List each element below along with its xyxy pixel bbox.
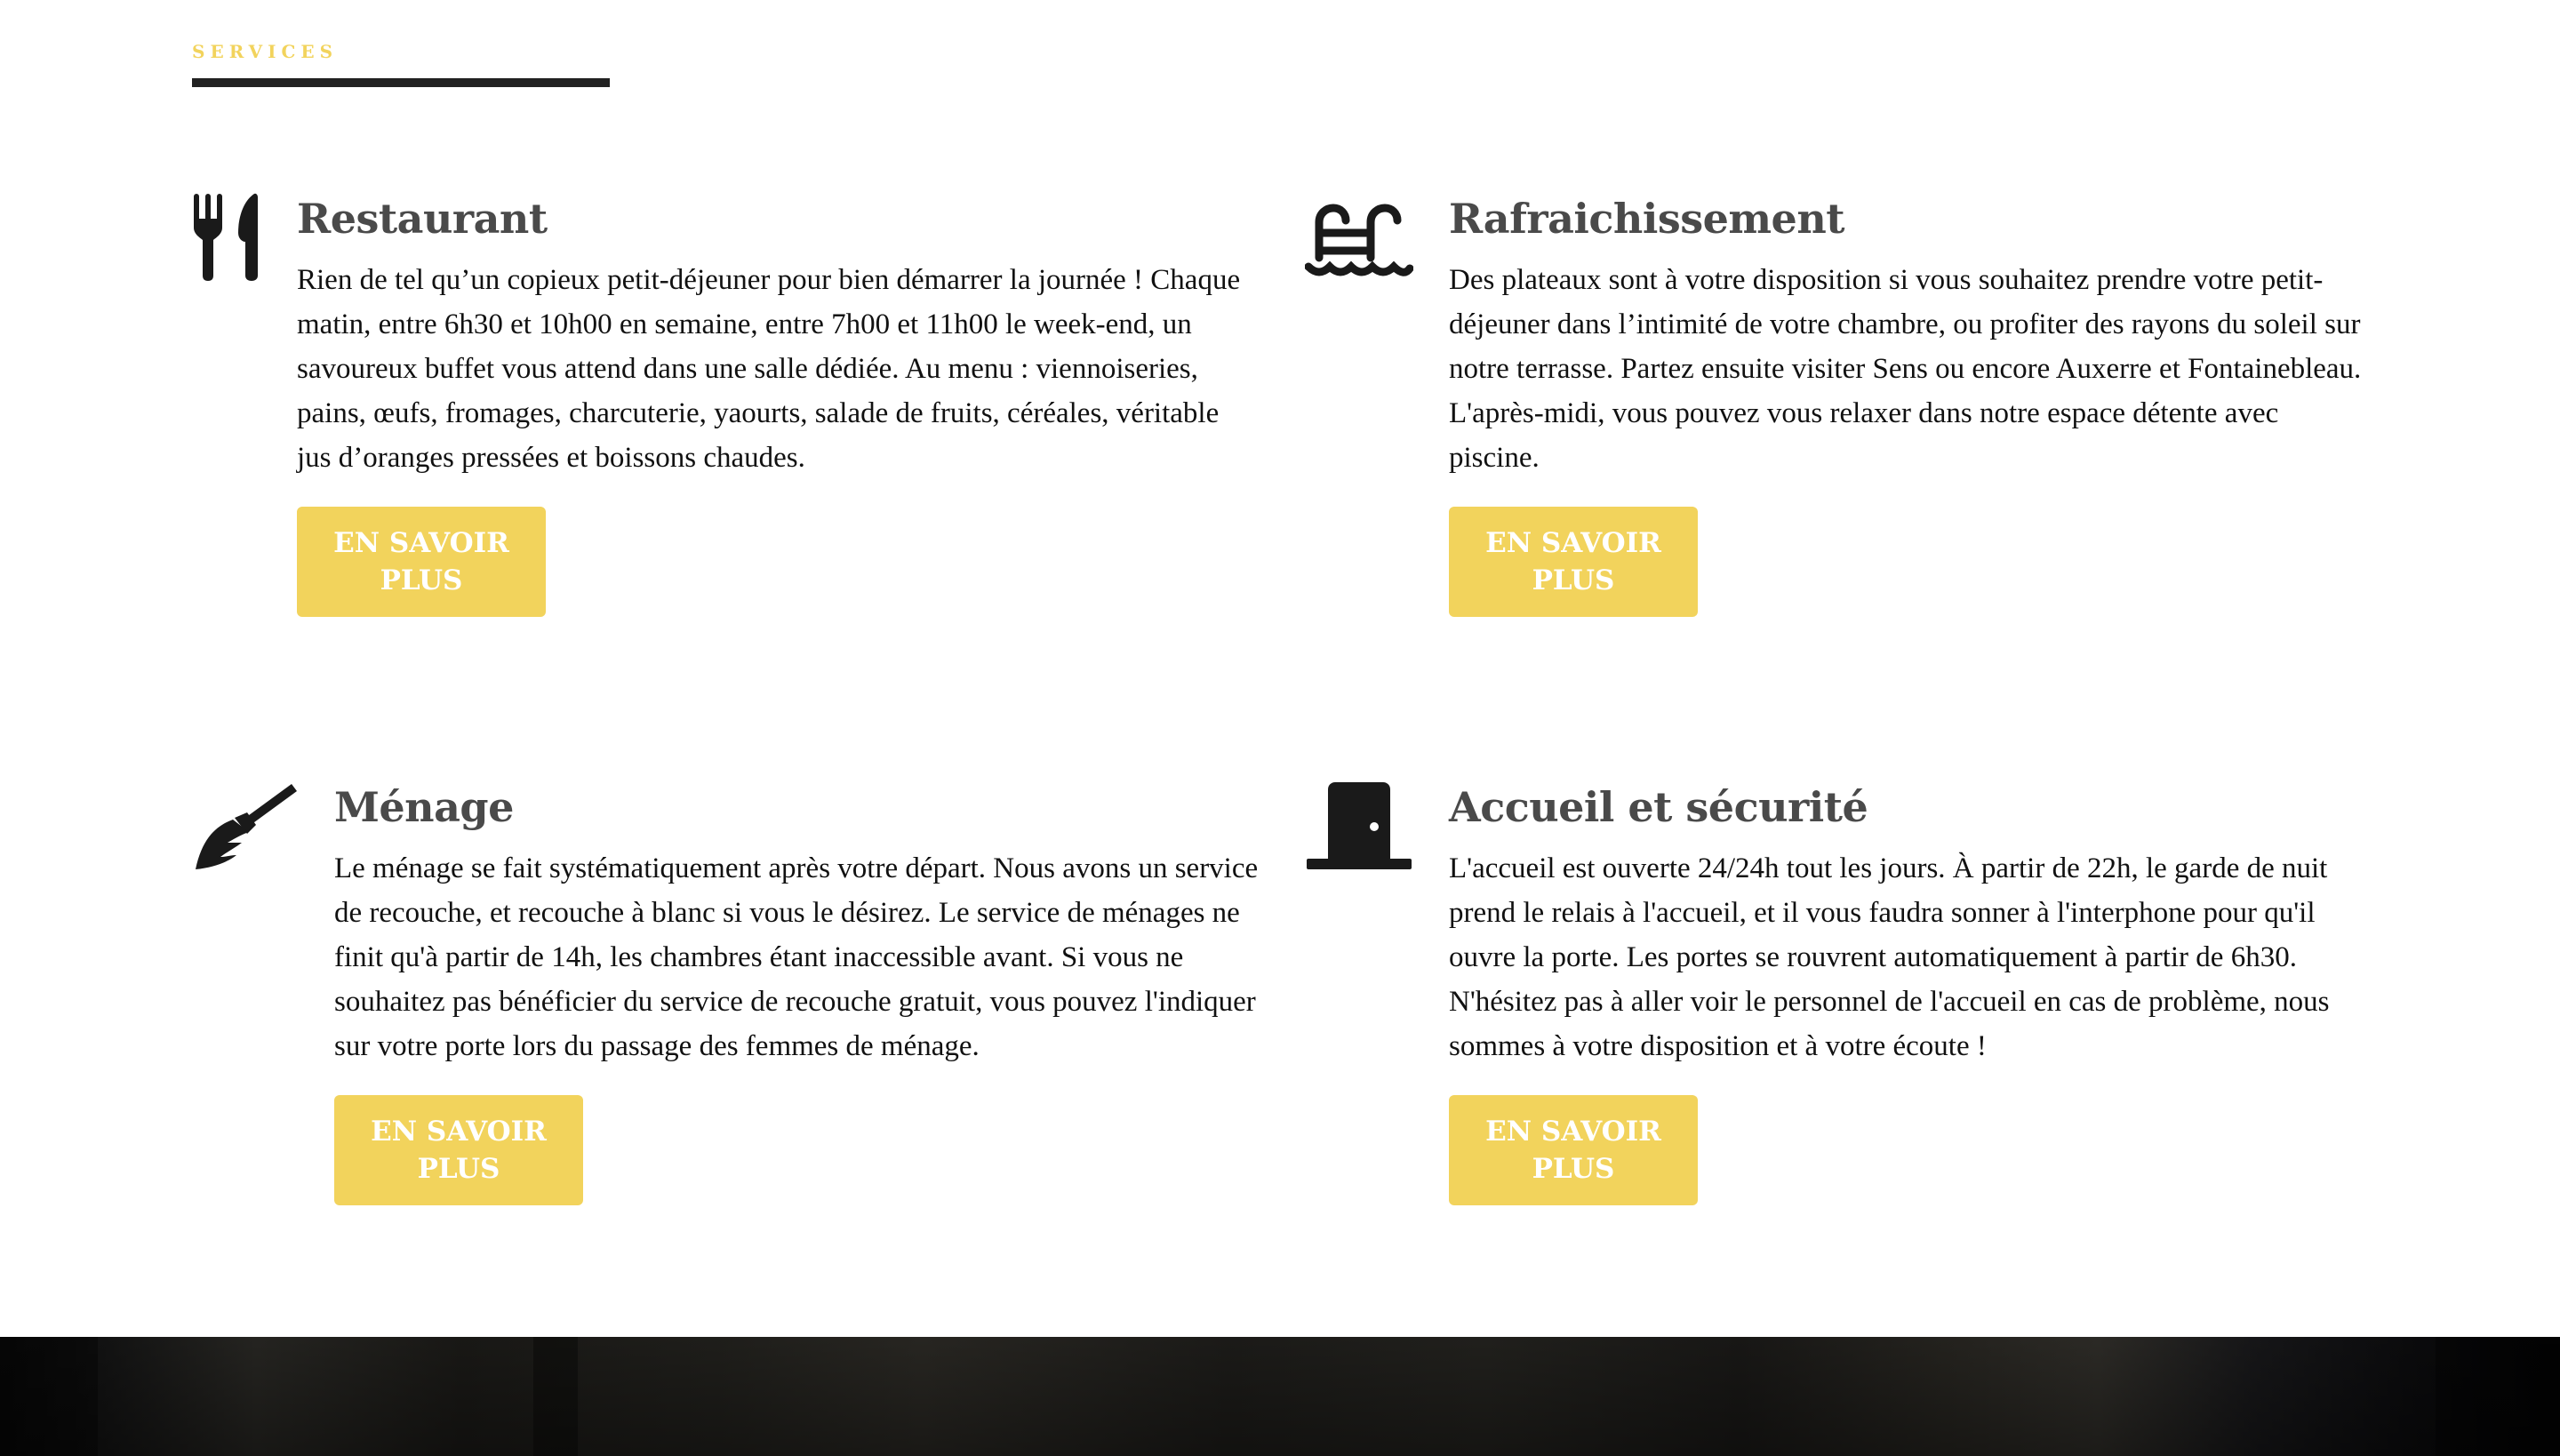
photo-overlay: [0, 1337, 2560, 1456]
section-underline: [192, 78, 610, 87]
utensils-icon: [192, 192, 263, 281]
door-icon: [1305, 780, 1413, 873]
service-title: Ménage: [334, 783, 514, 831]
en-savoir-plus-button[interactable]: EN SAVOIR PLUS: [334, 1095, 583, 1205]
en-savoir-plus-button[interactable]: EN SAVOIR PLUS: [297, 507, 546, 617]
service-title: Accueil et sécurité: [1449, 783, 1868, 831]
service-description: L'accueil est ouverte 24/24h tout les jo…: [1449, 852, 2330, 1062]
service-description: Le ménage se fait systématiquement après…: [334, 852, 1259, 1062]
service-title: Restaurant: [297, 195, 548, 243]
service-body: Rafraichissement Des plateaux sont à vot…: [1449, 192, 2364, 617]
service-title: Rafraichissement: [1449, 195, 1845, 243]
service-body: Accueil et sécurité L'accueil est ouvert…: [1449, 780, 2364, 1205]
en-savoir-plus-button[interactable]: EN SAVOIR PLUS: [1449, 1095, 1698, 1205]
service-body: Ménage Le ménage se fait systématiquemen…: [334, 780, 1268, 1205]
service-description: Rien de tel qu’un copieux petit-déjeuner…: [297, 264, 1241, 474]
background-photo-band: [0, 1337, 2560, 1456]
service-description: Des plateaux sont à votre disposition si…: [1449, 264, 2362, 474]
section-label: SERVICES: [192, 41, 339, 62]
en-savoir-plus-button[interactable]: EN SAVOIR PLUS: [1449, 507, 1698, 617]
swimming-pool-icon: [1305, 192, 1413, 288]
broom-icon: [192, 780, 300, 873]
service-body: Restaurant Rien de tel qu’un copieux pet…: [297, 192, 1257, 617]
